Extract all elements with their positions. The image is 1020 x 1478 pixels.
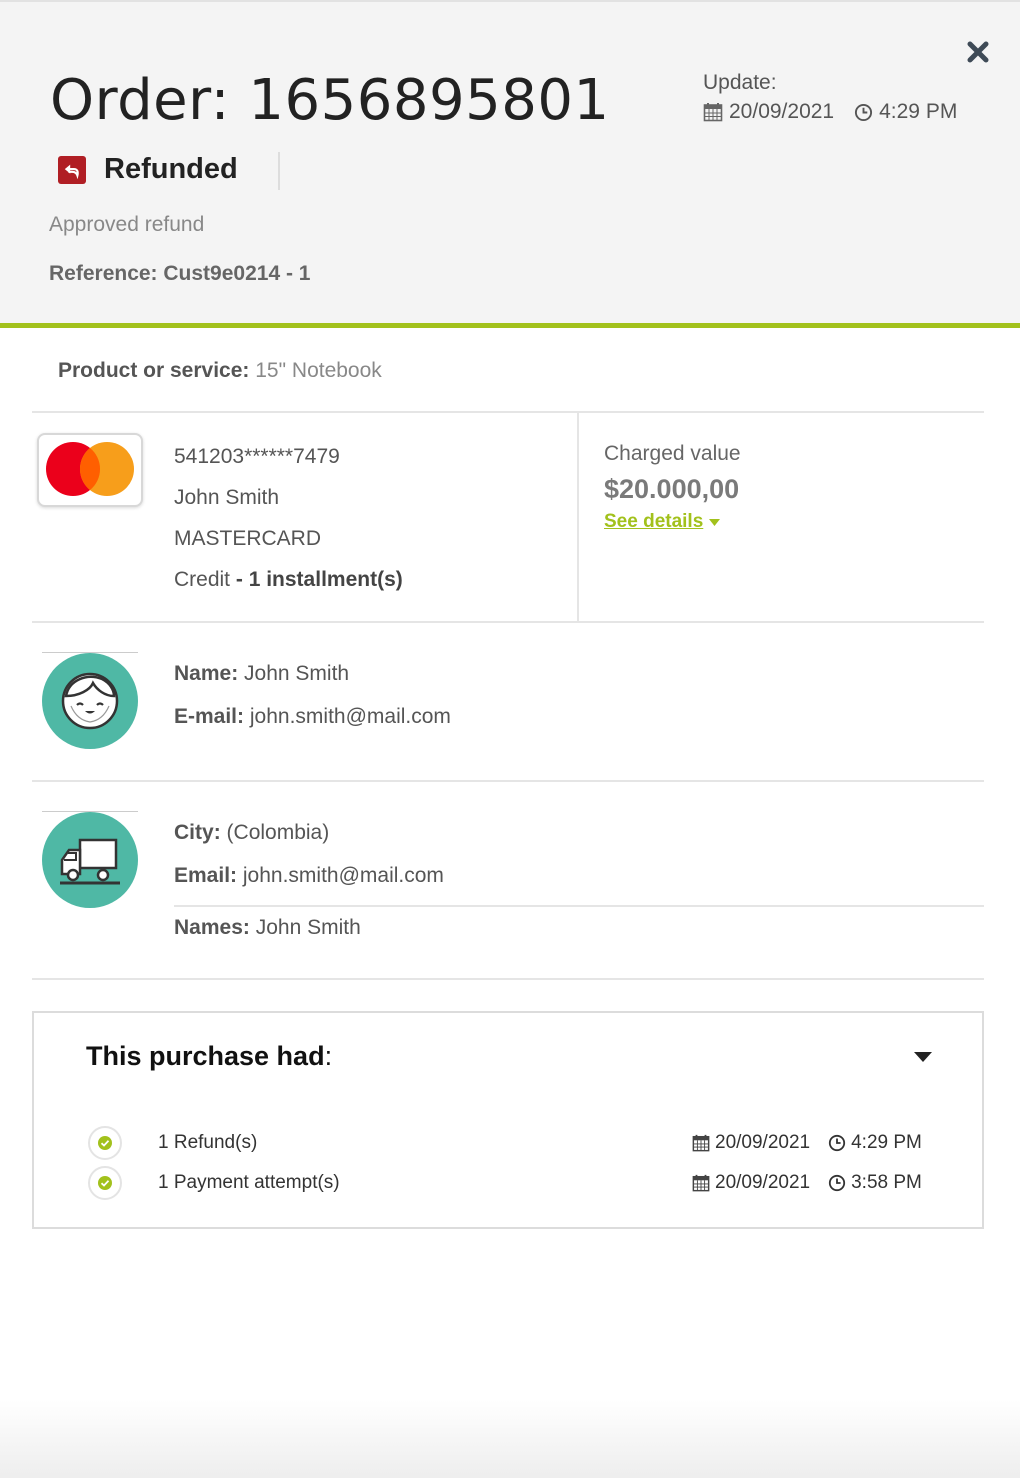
history-event-date: 20/09/2021 — [715, 1132, 811, 1153]
header-accent-bar — [0, 323, 1020, 328]
shipping-email-label: Email — [174, 864, 231, 887]
update-date: 20/09/2021 — [729, 100, 835, 123]
customer-name-value: John Smith — [244, 662, 350, 685]
calendar-icon — [692, 1134, 710, 1152]
refund-icon — [58, 155, 86, 184]
update-datetime: 20/09/2021 4:29 PM — [703, 100, 957, 124]
shipping-email: Email: john.smith@mail.com — [174, 864, 444, 887]
close-icon — [967, 41, 989, 63]
see-details-label: See details — [604, 511, 704, 532]
history-event: 1 Payment attempt(s) 20/09/2021 3:58 PM — [88, 1165, 948, 1201]
order-number: 1656895801 — [248, 68, 610, 133]
customer-email: E-mail: john.smith@mail.com — [174, 705, 451, 728]
history-event-label: 1 Payment attempt(s) — [158, 1172, 340, 1193]
purchase-history-title: This purchase had: — [86, 1041, 333, 1071]
divider — [32, 780, 984, 782]
clock-icon — [854, 103, 873, 122]
truck-icon — [42, 812, 138, 908]
shipping-city-label: City — [174, 821, 214, 844]
order-reference: Reference: Cust9e0214 - 1 — [49, 262, 311, 285]
payment-details: 541203******7479 John Smith MASTERCARD C… — [174, 444, 403, 608]
payment-installments: 1 installment(s) — [248, 568, 403, 591]
history-event-time: 3:58 PM — [851, 1172, 922, 1193]
calendar-icon — [692, 1174, 710, 1192]
clock-icon — [828, 1134, 846, 1152]
payment-divider — [577, 413, 579, 621]
caret-down-icon — [709, 518, 721, 526]
calendar-icon — [703, 102, 723, 122]
product-label: Product or service — [58, 359, 243, 382]
history-event-datetime: 20/09/2021 3:58 PM — [692, 1172, 922, 1194]
shipping-names-value: John Smith — [255, 916, 361, 939]
card-holder: John Smith — [174, 486, 280, 509]
shipping-divider — [174, 905, 984, 907]
shipping-names: Names: John Smith — [174, 916, 361, 939]
charged-label: Charged value — [604, 442, 741, 465]
update-label: Update: — [703, 71, 777, 94]
divider — [32, 411, 984, 413]
history-event-date: 20/09/2021 — [715, 1172, 811, 1193]
history-event: 1 Refund(s) 20/09/2021 4:29 PM — [88, 1125, 948, 1161]
order-status: Refunded — [58, 153, 238, 186]
card-brand: MASTERCARD — [174, 527, 322, 550]
mastercard-logo — [37, 433, 143, 507]
customer-avatar-icon — [42, 653, 138, 749]
status-description: Approved refund — [49, 213, 205, 236]
order-title-prefix: Order: — [50, 68, 231, 133]
customer-email-label: E-mail — [174, 705, 238, 728]
payment-type-label: Credit — [174, 568, 231, 591]
check-icon — [88, 1126, 122, 1160]
purchase-history-title-text: This purchase had — [86, 1041, 325, 1071]
history-event-datetime: 20/09/2021 4:29 PM — [692, 1132, 922, 1154]
purchase-history-panel: This purchase had: 1 Refund(s) 20/09/202… — [32, 1011, 984, 1229]
payment-type: Credit - 1 installment(s) — [174, 568, 403, 591]
customer-name: Name: John Smith — [174, 662, 350, 685]
bottom-shadow — [0, 1400, 1020, 1478]
customer-email-value: john.smith@mail.com — [249, 705, 451, 728]
update-time: 4:29 PM — [879, 100, 958, 123]
caret-down-icon[interactable] — [912, 1049, 934, 1065]
shipping-city-value: (Colombia) — [226, 821, 330, 844]
close-button[interactable] — [962, 36, 994, 68]
shipping-names-label: Names — [174, 916, 243, 939]
history-event-label: 1 Refund(s) — [158, 1132, 258, 1153]
clock-icon — [828, 1174, 846, 1192]
charged-value: $20.000,00 — [604, 474, 740, 504]
shipping-email-value: john.smith@mail.com — [242, 864, 444, 887]
history-event-time: 4:29 PM — [851, 1132, 922, 1153]
order-title: Order: 1656895801 — [50, 68, 610, 133]
card-number: 541203******7479 — [174, 445, 340, 468]
status-label: Refunded — [104, 153, 238, 185]
see-details-link[interactable]: See details — [604, 511, 721, 533]
shipping-city: City: (Colombia) — [174, 821, 330, 844]
customer-name-label: Name — [174, 662, 232, 685]
check-icon — [88, 1166, 122, 1200]
product-info: Product or service: 15" Notebook — [58, 359, 382, 382]
divider — [32, 978, 984, 980]
status-divider — [278, 152, 280, 190]
product-value: 15" Notebook — [255, 359, 382, 382]
divider — [32, 621, 984, 623]
